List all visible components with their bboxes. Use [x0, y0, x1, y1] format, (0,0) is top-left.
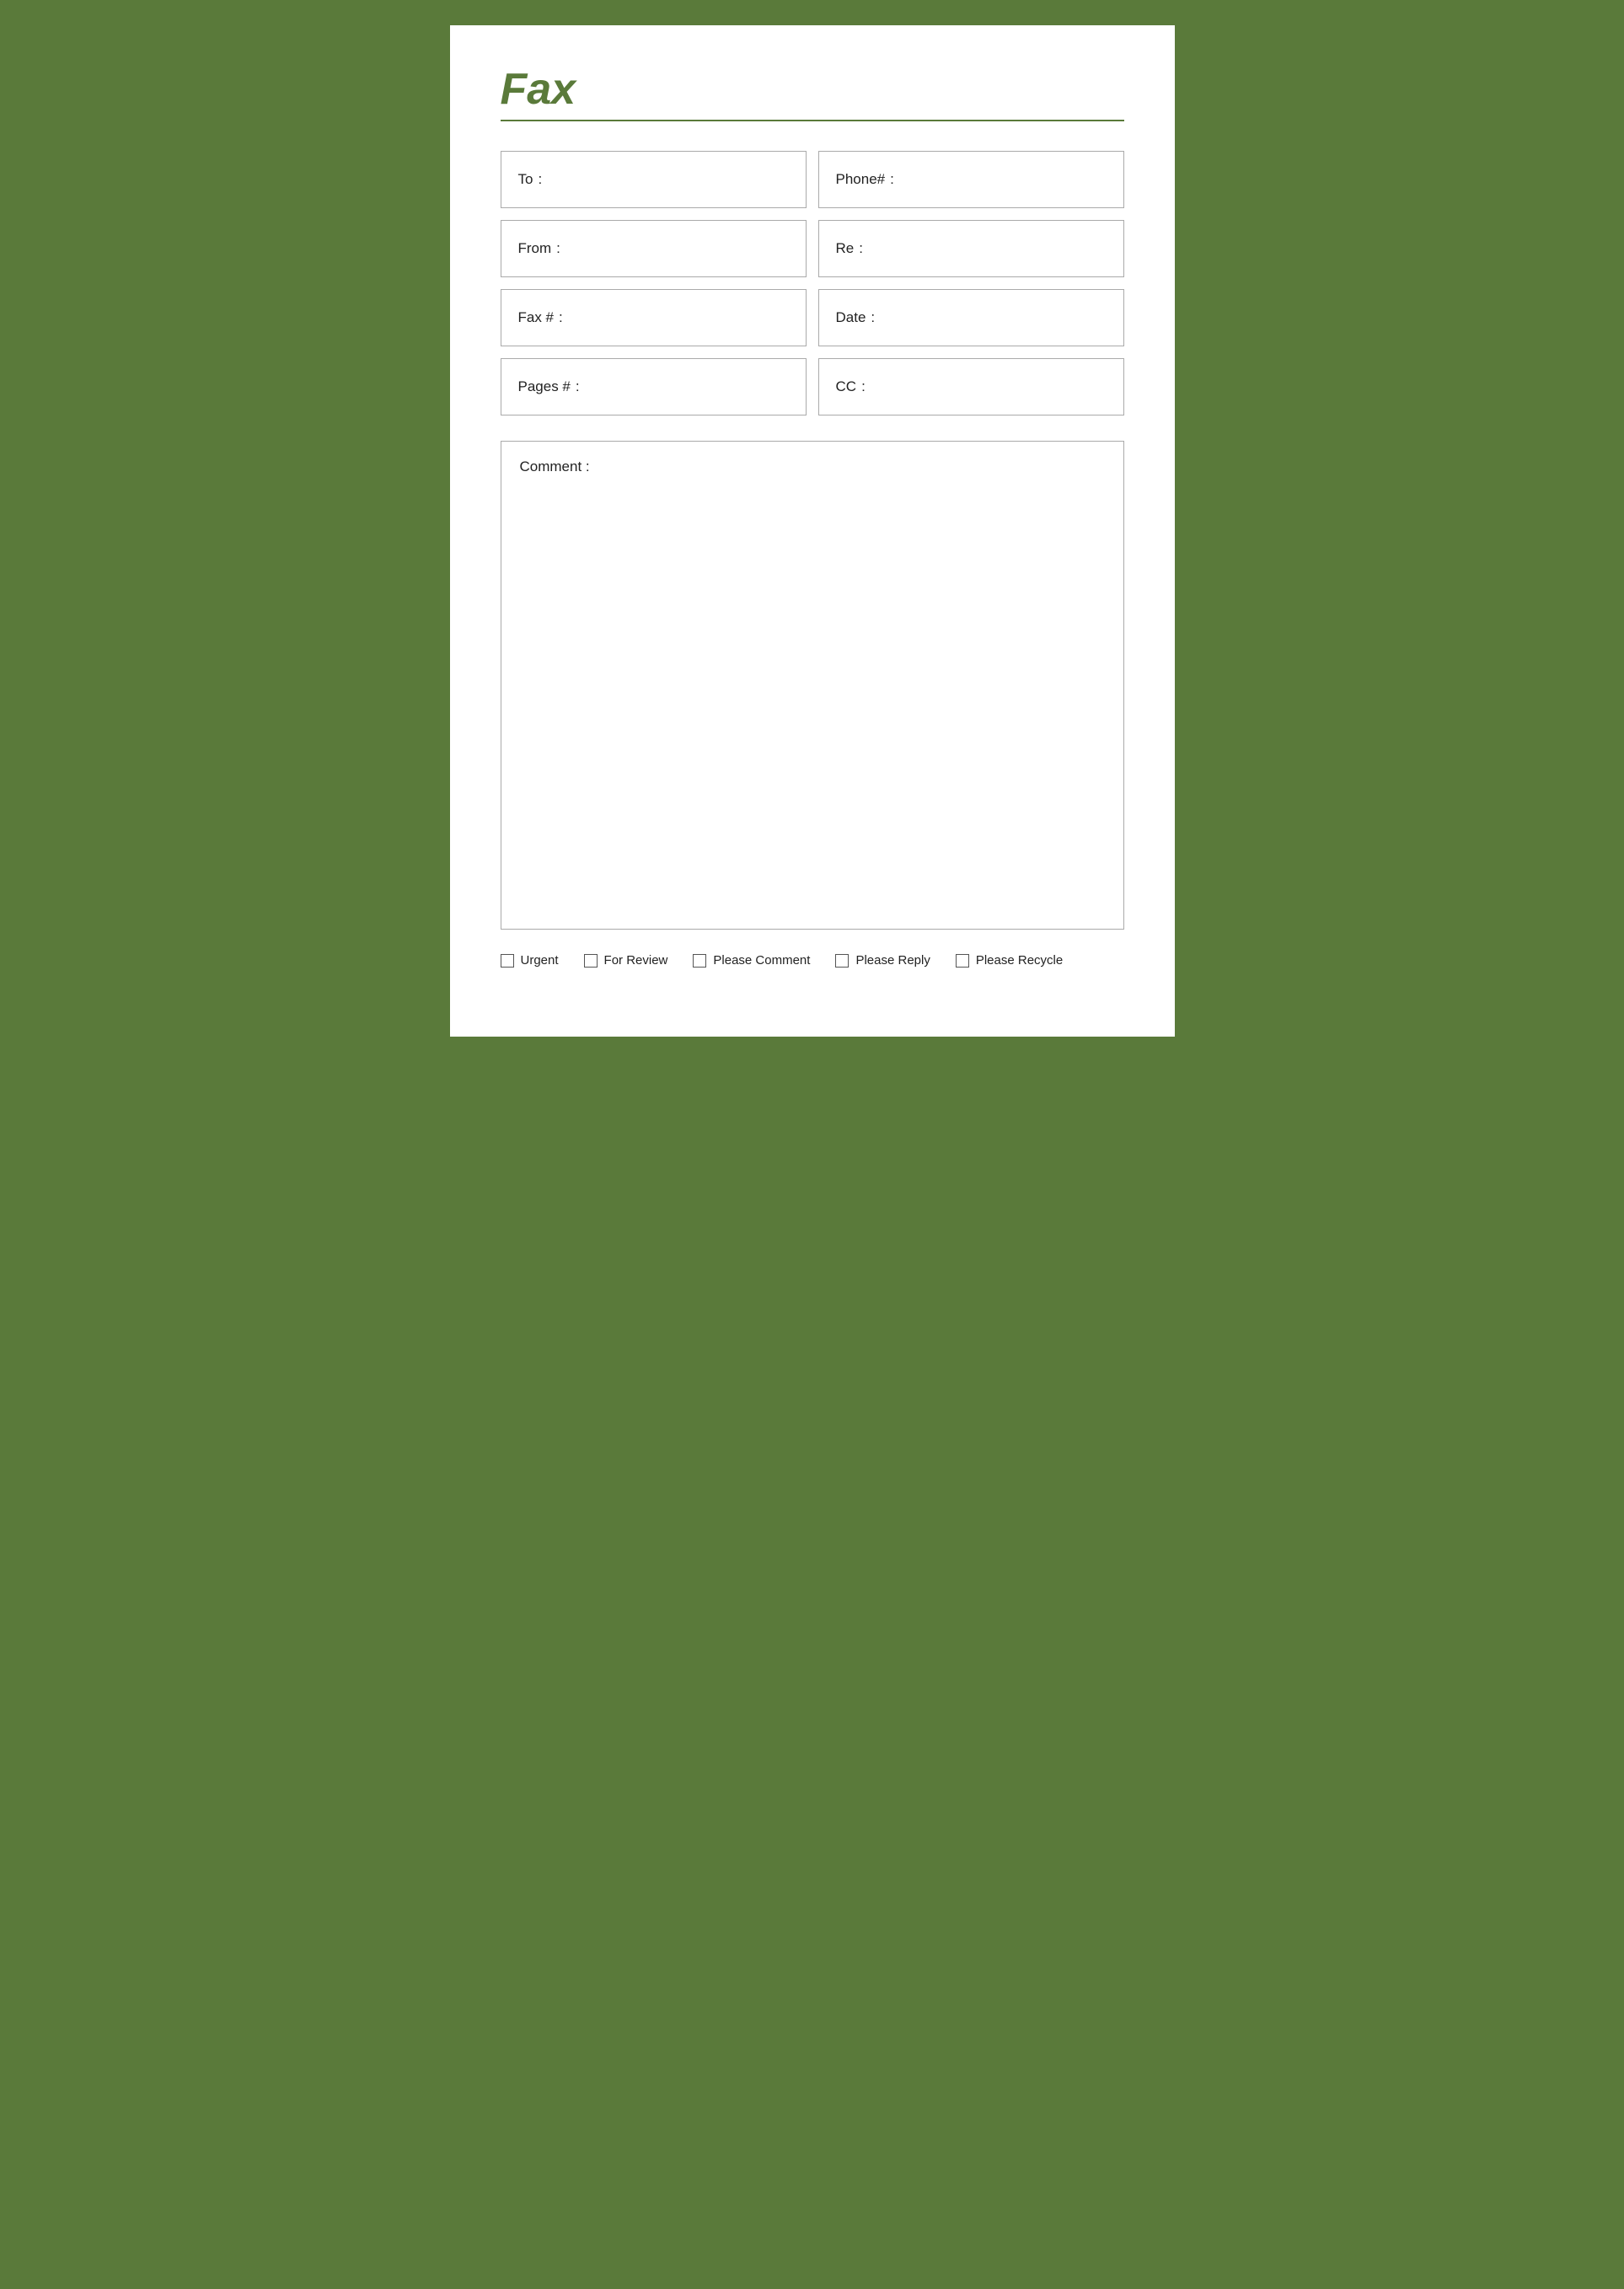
please-recycle-label: Please Recycle [976, 953, 1063, 968]
please-reply-label: Please Reply [855, 953, 930, 968]
field-pages-colon: : [576, 378, 580, 395]
field-phone-colon: : [890, 171, 894, 188]
checkbox-please-comment[interactable]: Please Comment [693, 953, 810, 968]
please-recycle-checkbox-square[interactable] [956, 954, 969, 968]
fax-page: Fax To : Phone# : From : Re : Fax # : Da… [450, 25, 1175, 1037]
urgent-checkbox-square[interactable] [501, 954, 514, 968]
checkboxes-row: Urgent For Review Please Comment Please … [501, 953, 1124, 968]
field-from: From : [501, 220, 807, 277]
comment-label: Comment : [520, 458, 590, 474]
please-comment-label: Please Comment [713, 953, 810, 968]
comment-box: Comment : [501, 441, 1124, 930]
field-cc: CC : [818, 358, 1124, 415]
field-cc-label: CC [836, 378, 857, 395]
page-title: Fax [501, 67, 1124, 111]
for-review-checkbox-square[interactable] [584, 954, 598, 968]
field-re: Re : [818, 220, 1124, 277]
fields-grid: To : Phone# : From : Re : Fax # : Date :… [501, 151, 1124, 415]
checkbox-please-reply[interactable]: Please Reply [835, 953, 930, 968]
field-date: Date : [818, 289, 1124, 346]
field-cc-colon: : [861, 378, 866, 395]
field-fax: Fax # : [501, 289, 807, 346]
field-to: To : [501, 151, 807, 208]
field-from-colon: : [556, 240, 560, 257]
field-date-colon: : [871, 309, 875, 326]
field-re-colon: : [859, 240, 863, 257]
field-phone-label: Phone# [836, 171, 886, 188]
field-to-colon: : [538, 171, 542, 188]
field-fax-colon: : [559, 309, 563, 326]
field-fax-label: Fax # [518, 309, 555, 326]
field-date-label: Date [836, 309, 866, 326]
field-re-label: Re [836, 240, 855, 257]
checkbox-please-recycle[interactable]: Please Recycle [956, 953, 1063, 968]
please-comment-checkbox-square[interactable] [693, 954, 706, 968]
field-phone: Phone# : [818, 151, 1124, 208]
for-review-label: For Review [604, 953, 668, 968]
checkbox-urgent[interactable]: Urgent [501, 953, 559, 968]
field-pages-label: Pages # [518, 378, 571, 395]
field-from-label: From [518, 240, 552, 257]
checkbox-for-review[interactable]: For Review [584, 953, 668, 968]
field-pages: Pages # : [501, 358, 807, 415]
title-divider [501, 120, 1124, 121]
please-reply-checkbox-square[interactable] [835, 954, 849, 968]
field-to-label: To [518, 171, 533, 188]
urgent-label: Urgent [521, 953, 559, 968]
